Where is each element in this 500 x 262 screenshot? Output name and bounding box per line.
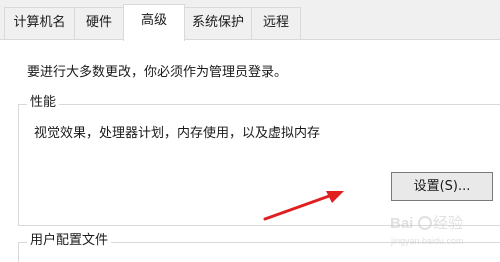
tab-remote[interactable]: 远程 bbox=[251, 7, 301, 39]
performance-settings-button[interactable]: 设置(S)... bbox=[391, 172, 493, 201]
red-arrow-annotation bbox=[263, 191, 344, 221]
tab-hardware[interactable]: 硬件 bbox=[74, 7, 124, 39]
tab-bar-divider bbox=[0, 39, 500, 40]
performance-group-title: 性能 bbox=[27, 94, 60, 112]
performance-description: 视觉效果，处理器计划，内存使用，以及虚拟内存 bbox=[34, 126, 321, 141]
baidu-jingyan-watermark: Bai 经验 jingyan.baidu.com bbox=[390, 215, 464, 246]
tab-advanced[interactable]: 高级 bbox=[123, 4, 185, 41]
svg-text:经验: 经验 bbox=[433, 215, 463, 232]
svg-text:jingyan.baidu.com: jingyan.baidu.com bbox=[390, 236, 464, 246]
tab-bar: 计算机名 硬件 高级 系统保护 远程 bbox=[0, 0, 500, 41]
svg-text:Bai: Bai bbox=[390, 215, 413, 232]
user-profiles-group-title: 用户配置文件 bbox=[27, 232, 112, 250]
admin-notice: 要进行大多数更改，你必须作为管理员登录。 bbox=[27, 65, 288, 80]
tab-system-protection[interactable]: 系统保护 bbox=[184, 7, 252, 39]
tab-computer-name[interactable]: 计算机名 bbox=[4, 7, 75, 39]
